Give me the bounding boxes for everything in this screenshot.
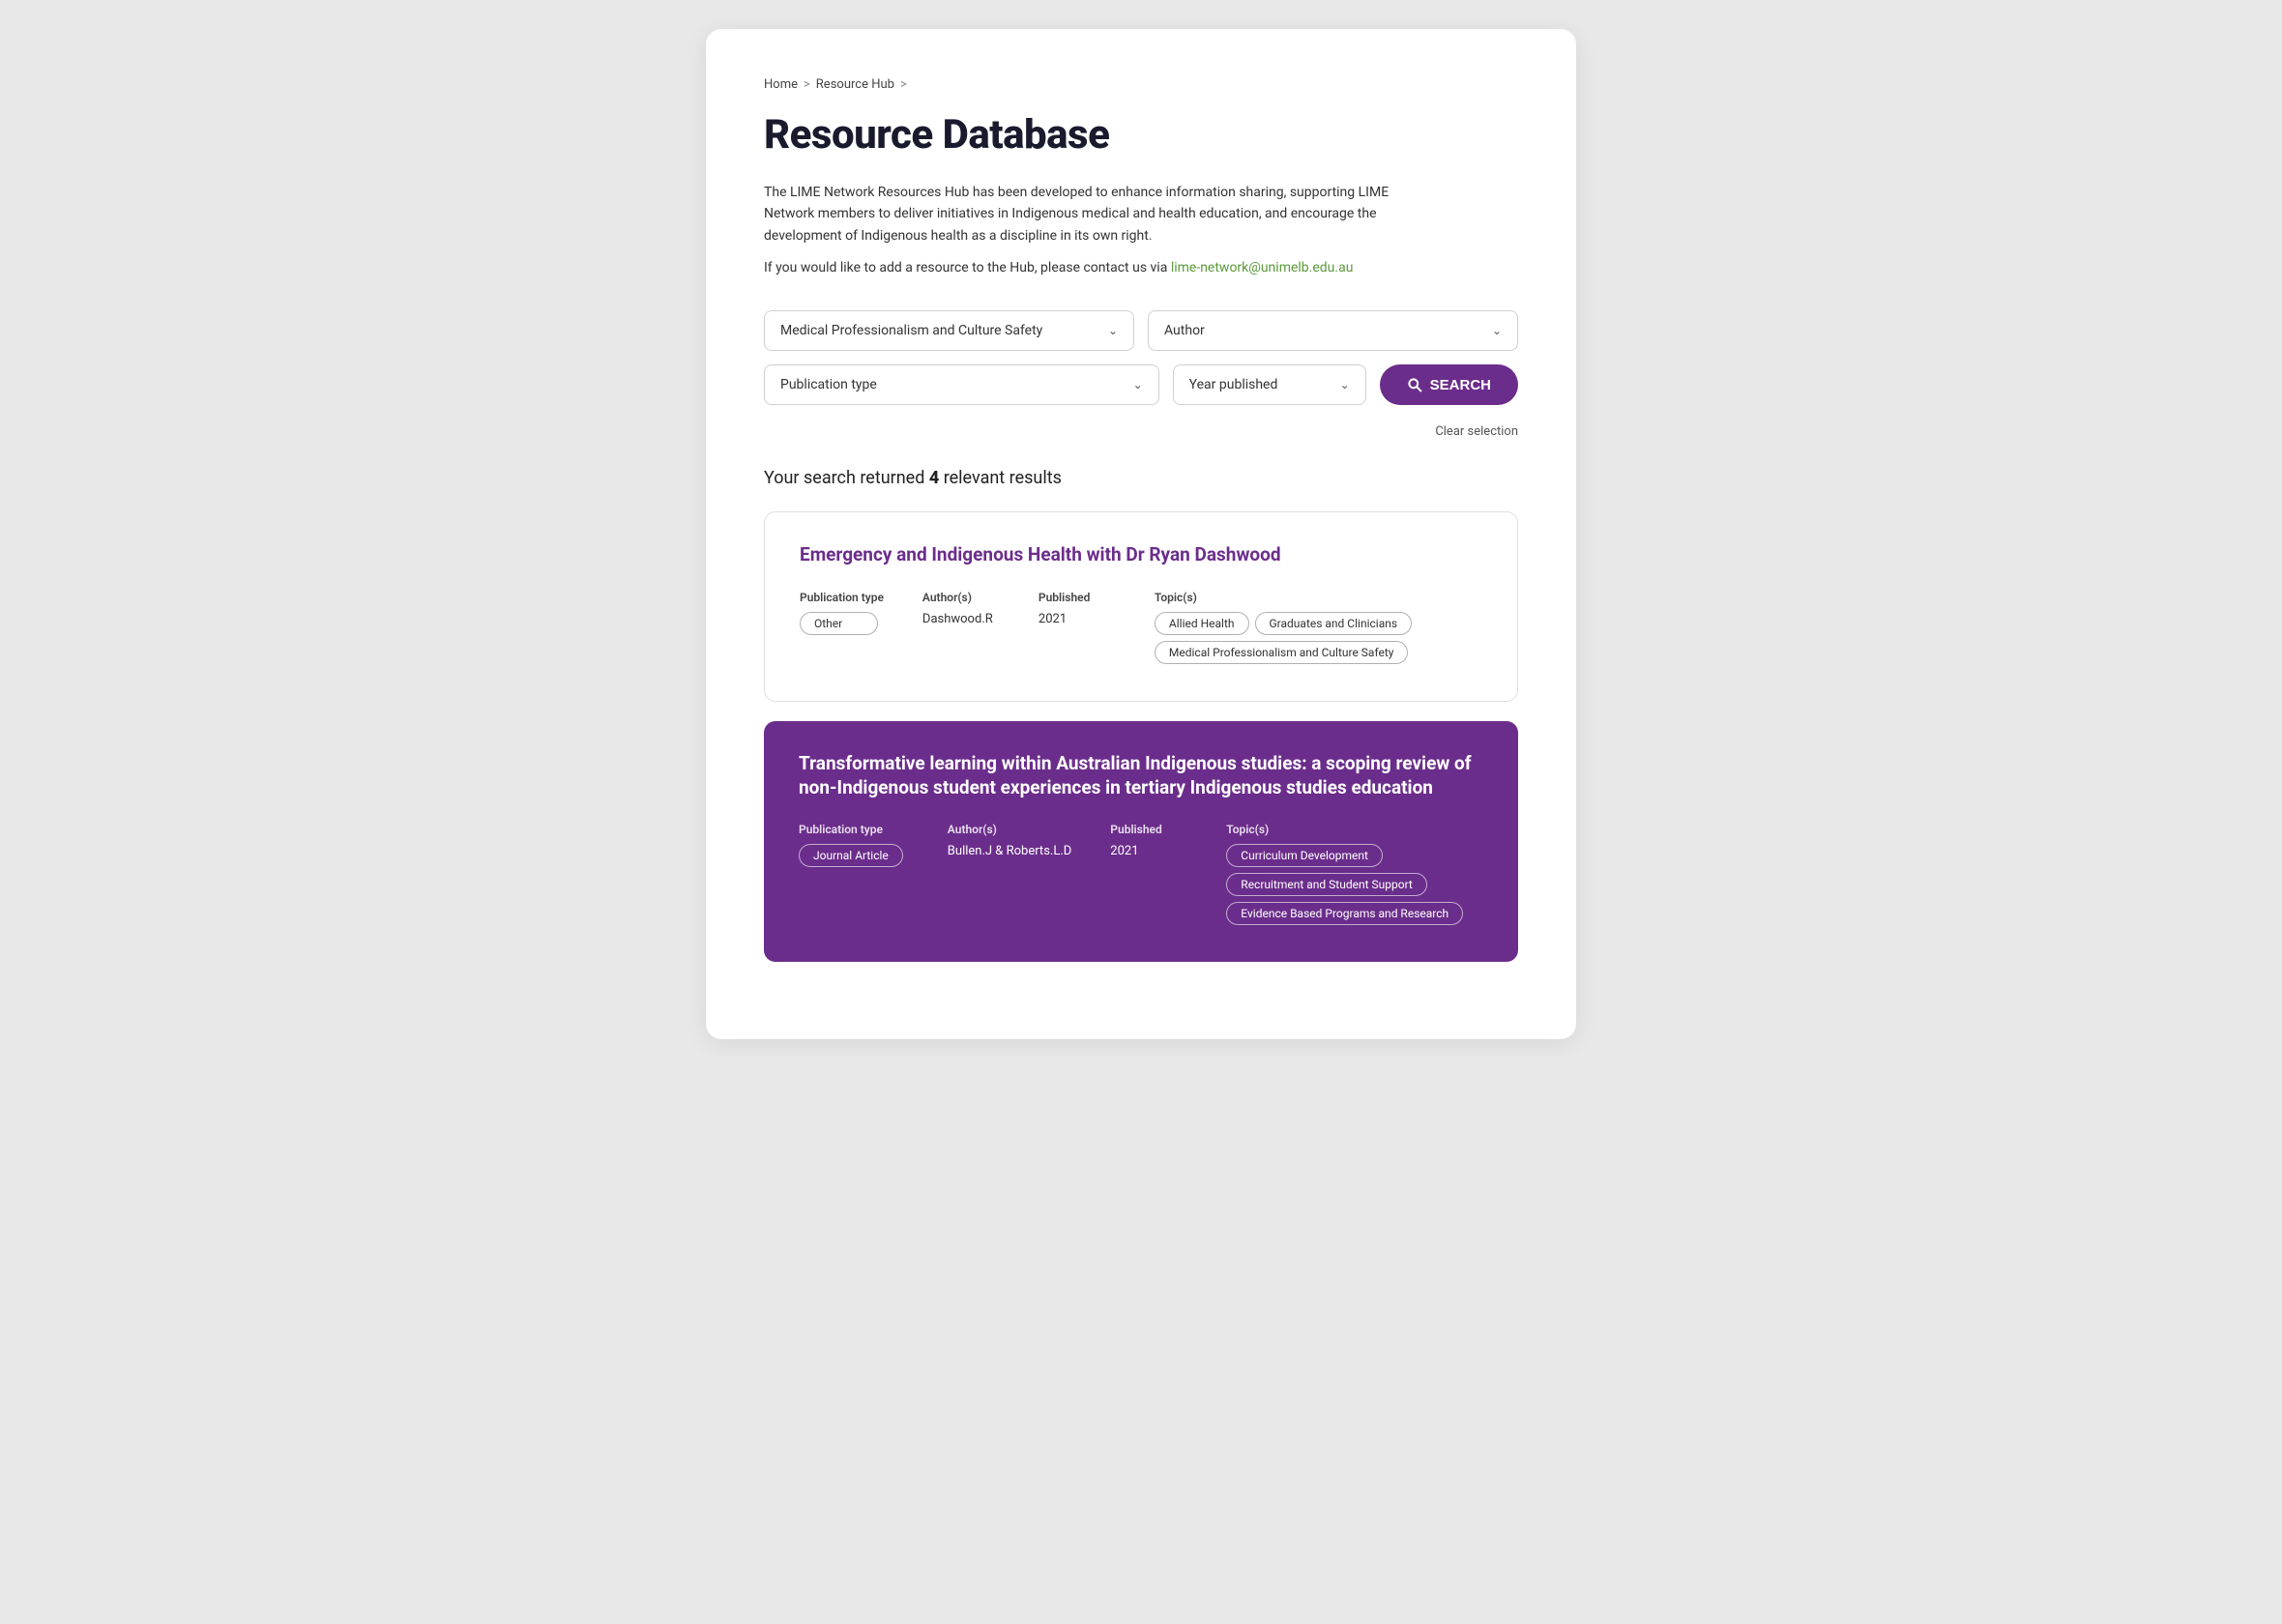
author-chevron-icon: ⌄ <box>1492 324 1502 337</box>
meta-publication-type-label-1: Publication type <box>800 591 884 604</box>
topic-dropdown-label: Medical Professionalism and Culture Safe… <box>780 323 1042 338</box>
result-card-2: Transformative learning within Australia… <box>764 721 1518 962</box>
contact-text: If you would like to add a resource to t… <box>764 260 1167 276</box>
topic-tag-1-1: Graduates and Clinicians <box>1255 612 1413 635</box>
meta-published-2: Published 2021 <box>1110 823 1187 858</box>
publication-type-dropdown-label: Publication type <box>780 377 877 392</box>
result-title-1[interactable]: Emergency and Indigenous Health with Dr … <box>800 543 1482 567</box>
topic-tag-2-2: Evidence Based Programs and Research <box>1226 902 1463 925</box>
meta-publication-type-2: Publication type Journal Article <box>799 823 909 873</box>
meta-topics-1: Topic(s) Allied Health Graduates and Cli… <box>1155 591 1482 670</box>
meta-topics-label-1: Topic(s) <box>1155 591 1482 604</box>
filter-row-1: Medical Professionalism and Culture Safe… <box>764 310 1518 351</box>
topic-tag-2-0: Curriculum Development <box>1226 844 1383 867</box>
breadcrumb-sep1: > <box>804 77 810 92</box>
page-container: Home > Resource Hub > Resource Database … <box>706 29 1576 1039</box>
results-summary: Your search returned 4 relevant results <box>764 468 1518 488</box>
page-description: The LIME Network Resources Hub has been … <box>764 182 1441 246</box>
meta-authors-label-2: Author(s) <box>948 823 1072 836</box>
results-count: 4 <box>929 468 939 488</box>
meta-published-1: Published 2021 <box>1039 591 1116 626</box>
result-meta-1: Publication type Other Author(s) Dashwoo… <box>800 591 1482 670</box>
filter-row-2: Publication type ⌄ Year published ⌄ SEAR… <box>764 364 1518 405</box>
meta-topics-2: Topic(s) Curriculum Development Recruitm… <box>1226 823 1483 931</box>
meta-authors-value-1: Dashwood.R <box>922 612 1000 626</box>
contact-line: If you would like to add a resource to t… <box>764 260 1518 276</box>
meta-authors-value-2: Bullen.J & Roberts.L.D <box>948 844 1072 858</box>
topics-tags-2: Curriculum Development Recruitment and S… <box>1226 844 1483 931</box>
result-card-1: Emergency and Indigenous Health with Dr … <box>764 511 1518 702</box>
filters-section: Medical Professionalism and Culture Safe… <box>764 310 1518 405</box>
meta-published-label-2: Published <box>1110 823 1187 836</box>
result-meta-2: Publication type Journal Article Author(… <box>799 823 1483 931</box>
results-suffix: relevant results <box>939 468 1062 488</box>
search-button[interactable]: SEARCH <box>1380 364 1518 405</box>
meta-authors-1: Author(s) Dashwood.R <box>922 591 1000 626</box>
publication-type-dropdown[interactable]: Publication type ⌄ <box>764 364 1159 405</box>
meta-authors-2: Author(s) Bullen.J & Roberts.L.D <box>948 823 1072 858</box>
meta-publication-type-1: Publication type Other <box>800 591 884 641</box>
clear-selection[interactable]: Clear selection <box>764 424 1518 439</box>
search-icon <box>1407 377 1422 392</box>
author-dropdown[interactable]: Author ⌄ <box>1148 310 1518 351</box>
meta-published-label-1: Published <box>1039 591 1116 604</box>
author-dropdown-label: Author <box>1164 323 1205 338</box>
topic-tag-1-0: Allied Health <box>1155 612 1249 635</box>
topic-dropdown[interactable]: Medical Professionalism and Culture Safe… <box>764 310 1134 351</box>
page-title: Resource Database <box>764 111 1518 159</box>
topics-tags-1: Allied Health Graduates and Clinicians M… <box>1155 612 1482 670</box>
breadcrumb-home[interactable]: Home <box>764 77 798 92</box>
publication-type-tag-2: Journal Article <box>799 844 903 867</box>
meta-published-value-1: 2021 <box>1039 612 1116 626</box>
result-title-2[interactable]: Transformative learning within Australia… <box>799 752 1483 799</box>
meta-topics-label-2: Topic(s) <box>1226 823 1483 836</box>
breadcrumb-resource-hub[interactable]: Resource Hub <box>816 77 894 92</box>
breadcrumb-sep2: > <box>900 77 907 92</box>
meta-publication-type-label-2: Publication type <box>799 823 909 836</box>
year-dropdown[interactable]: Year published ⌄ <box>1173 364 1366 405</box>
topic-tag-2-1: Recruitment and Student Support <box>1226 873 1427 896</box>
topic-chevron-icon: ⌄ <box>1108 324 1118 337</box>
results-prefix: Your search returned <box>764 468 929 488</box>
breadcrumb: Home > Resource Hub > <box>764 77 1518 92</box>
contact-email-link[interactable]: lime-network@unimelb.edu.au <box>1171 260 1354 276</box>
search-button-label: SEARCH <box>1430 377 1491 393</box>
publication-type-chevron-icon: ⌄ <box>1133 378 1143 392</box>
meta-authors-label-1: Author(s) <box>922 591 1000 604</box>
topic-tag-1-2: Medical Professionalism and Culture Safe… <box>1155 641 1409 664</box>
publication-type-tag-1: Other <box>800 612 878 635</box>
year-dropdown-label: Year published <box>1189 377 1278 392</box>
year-chevron-icon: ⌄ <box>1340 378 1350 392</box>
meta-published-value-2: 2021 <box>1110 844 1187 858</box>
